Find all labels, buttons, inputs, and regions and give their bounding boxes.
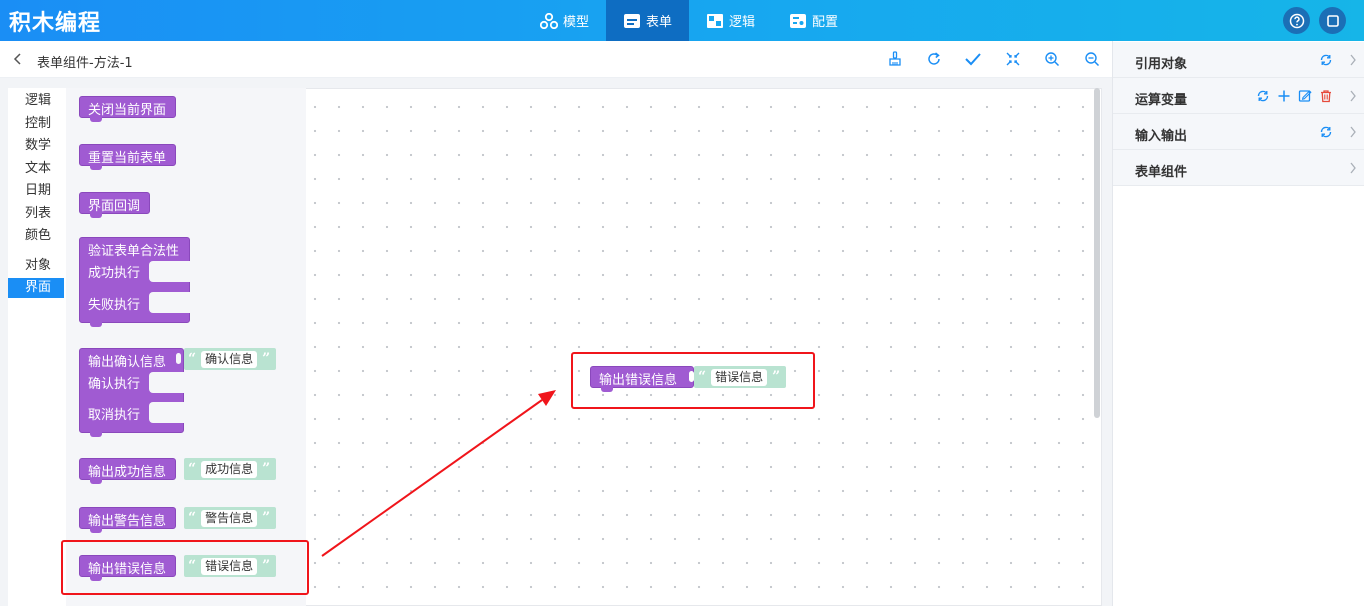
right-panel: 引用对象 运算变量 输入输出 表单组件	[1112, 41, 1364, 606]
chevron-right-icon	[1350, 54, 1356, 66]
refresh-icon[interactable]	[1318, 52, 1334, 68]
refresh-icon[interactable]	[1255, 88, 1271, 104]
panel-variables[interactable]: 运算变量	[1113, 78, 1364, 114]
panel-label: 表单组件	[1135, 165, 1188, 180]
chevron-right-icon	[1350, 162, 1356, 174]
refresh-icon[interactable]	[1318, 124, 1334, 140]
panel-label: 运算变量	[1135, 93, 1188, 108]
panel-label: 引用对象	[1135, 57, 1188, 72]
chevron-right-icon	[1350, 90, 1356, 102]
panel-form-components[interactable]: 表单组件	[1113, 150, 1364, 186]
panel-input-output[interactable]: 输入输出	[1113, 114, 1364, 150]
chevron-right-icon	[1350, 126, 1356, 138]
panel-label: 输入输出	[1135, 129, 1188, 144]
panel-referenced-objects[interactable]: 引用对象	[1113, 42, 1364, 78]
plus-icon[interactable]	[1276, 88, 1292, 104]
delete-icon[interactable]	[1318, 88, 1334, 104]
edit-icon[interactable]	[1297, 88, 1313, 104]
